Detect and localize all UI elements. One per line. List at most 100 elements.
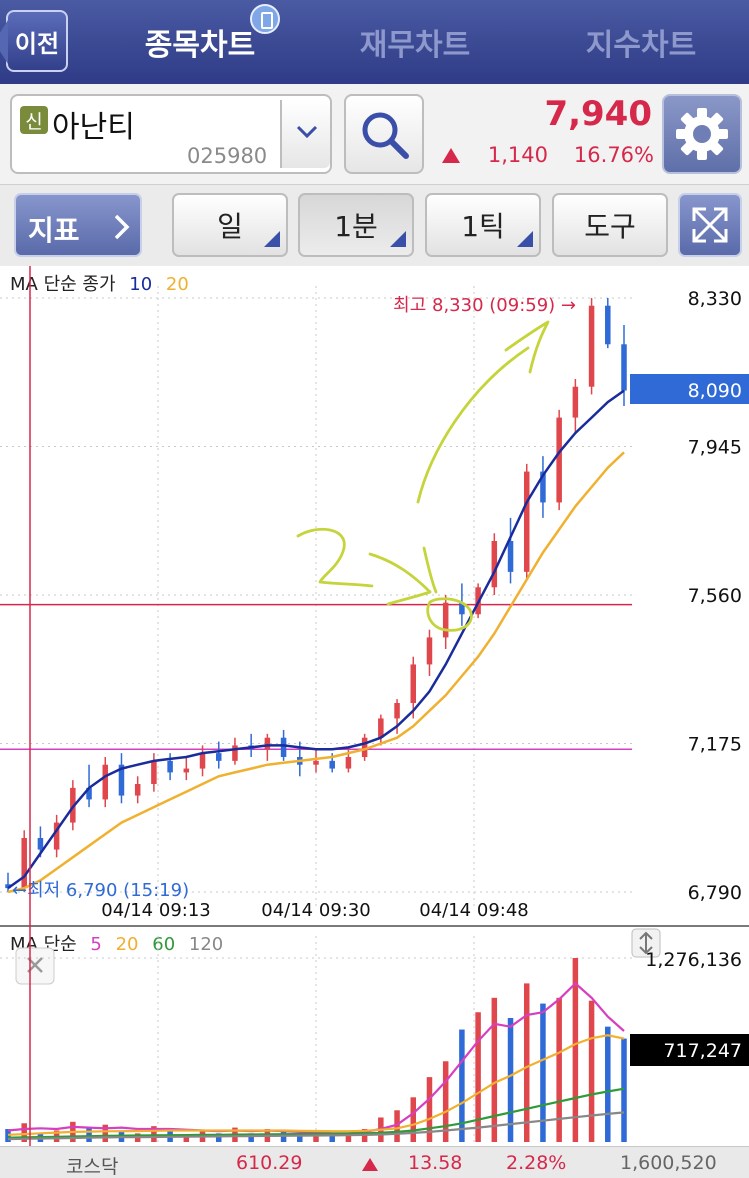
- candle-body: [556, 417, 562, 503]
- volume-bar: [491, 997, 498, 1142]
- chart-area[interactable]: MA 단순 종가 10 20 8,330 7,945 7,560 7,175 6,790…: [0, 266, 749, 1146]
- search-button[interactable]: [344, 94, 424, 174]
- chevron-down-icon: [296, 125, 318, 139]
- dropdown-corner-icon: [517, 231, 533, 247]
- stock-info-row: 신 아난티 025980 7,940 1,140 16.76%: [0, 84, 749, 184]
- price-grid: [0, 286, 632, 906]
- volume-max-label: 1,276,136: [645, 949, 742, 971]
- price-y-tick-label: 8,330: [688, 288, 742, 310]
- chart-toolbar: 지표 일 1분 1틱 도구: [0, 184, 749, 266]
- index-volume: 1,600,520: [620, 1152, 717, 1174]
- tab-index-chart[interactable]: 지수차트: [556, 0, 726, 84]
- hand-drawn-annotation: [296, 320, 550, 632]
- chevron-right-icon: [114, 214, 130, 240]
- price-legend-ma20: 20: [166, 274, 189, 295]
- candle-body: [37, 838, 44, 850]
- candle-body: [410, 664, 417, 703]
- volume-bar: [556, 997, 562, 1142]
- stock-selector[interactable]: 신 아난티 025980: [10, 94, 332, 174]
- candle-body: [215, 753, 222, 761]
- expand-icon: [692, 207, 728, 243]
- candle-body: [134, 784, 141, 796]
- volume-bar: [459, 1029, 465, 1142]
- candle-body: [426, 637, 433, 665]
- ma-line-10: [7, 389, 625, 890]
- candle-body: [264, 737, 271, 750]
- tick-label: 1틱: [461, 210, 505, 243]
- market-index-bar[interactable]: 코스닥 610.29 13.58 2.28% 1,600,520: [0, 1146, 749, 1178]
- volume-bar: [523, 983, 530, 1142]
- candle-body: [329, 760, 335, 769]
- current-price: 7,940: [544, 94, 652, 134]
- up-arrow-icon: [442, 148, 460, 163]
- volume-bar: [621, 1038, 627, 1142]
- index-value: 610.29: [236, 1152, 303, 1174]
- back-arrow-icon: [0, 20, 8, 64]
- price-x-tick-label: 04/14 09:13: [101, 900, 210, 921]
- tools-button[interactable]: 도구: [552, 193, 668, 257]
- index-name: 코스닥: [66, 1156, 119, 1178]
- settings-button[interactable]: [662, 94, 742, 174]
- indicator-button[interactable]: 지표: [14, 193, 142, 257]
- candle-body: [442, 602, 449, 638]
- tools-label: 도구: [584, 210, 636, 243]
- candle-body: [621, 344, 627, 391]
- volume-legend-ma60: 60: [152, 934, 175, 955]
- candle-body: [394, 703, 400, 719]
- stock-code: 025980: [187, 144, 268, 168]
- volume-bar: [410, 1097, 417, 1142]
- candle-body: [280, 737, 287, 757]
- candle-body: [588, 305, 595, 387]
- candle-body: [102, 764, 109, 800]
- volume-bar: [86, 1127, 92, 1142]
- volume-legend-ma5: 5: [90, 934, 101, 955]
- volume-bar: [475, 1012, 481, 1142]
- price-y-tick-label: 7,175: [688, 734, 742, 756]
- dropdown-corner-icon: [264, 231, 280, 247]
- candle-body: [199, 753, 206, 769]
- candle-body: [183, 768, 190, 773]
- price-change-percent: 16.76%: [573, 143, 654, 167]
- price-y-tick-label: 7,945: [688, 437, 742, 459]
- market-tag: 신: [20, 106, 48, 134]
- volume-bar: [605, 1026, 611, 1142]
- close-panel-button[interactable]: [15, 947, 55, 985]
- price-legend-label: MA 단순 종가: [10, 274, 116, 295]
- tick-button[interactable]: 1틱: [425, 193, 541, 257]
- volume-legend-ma20: 20: [116, 934, 139, 955]
- svg-text:MA 단순 종가 10 20: MA 단순 종가 10 20: [10, 274, 189, 295]
- candle-body: [491, 541, 498, 588]
- volume-bar: [588, 1000, 595, 1142]
- candle-body: [167, 760, 173, 773]
- stock-name: 아난티: [52, 110, 135, 145]
- price-change: 1,140: [487, 143, 548, 167]
- index-up-arrow-icon: [362, 1158, 378, 1171]
- high-price-note: 최고 8,330 (09:59) →: [393, 295, 576, 316]
- gear-icon: [676, 108, 728, 160]
- notification-badge-icon[interactable]: [250, 4, 280, 34]
- price-x-axis: 04/14 09:13 04/14 09:30 04/14 09:48: [101, 900, 528, 921]
- candle-body: [523, 471, 530, 572]
- indicator-label: 지표: [28, 214, 80, 247]
- current-price-tag-text: 8,090: [688, 380, 742, 402]
- price-legend-ma10: 10: [129, 274, 152, 295]
- low-price-note: ←최저 6,790 (15:19): [12, 880, 189, 901]
- period-minute-button[interactable]: 1분: [298, 193, 414, 257]
- price-y-tick-label: 7,560: [688, 585, 742, 607]
- candle-body: [313, 760, 319, 765]
- candle-body: [345, 757, 352, 769]
- volume-moving-averages: [7, 981, 625, 1141]
- chart-canvas[interactable]: MA 단순 종가 10 20 8,330 7,945 7,560 7,175 6,790…: [0, 266, 749, 1146]
- period-minute-label: 1분: [334, 210, 378, 243]
- tab-financial-chart[interactable]: 재무차트: [330, 0, 500, 84]
- candle-body: [605, 305, 611, 345]
- candle-body: [232, 745, 238, 761]
- fullscreen-button[interactable]: [678, 193, 742, 257]
- period-day-button[interactable]: 일: [172, 193, 288, 257]
- price-x-tick-label: 04/14 09:48: [419, 900, 528, 921]
- back-button-label: 이전: [14, 29, 60, 58]
- stock-dropdown-button[interactable]: [280, 100, 330, 168]
- back-button[interactable]: 이전: [0, 10, 68, 72]
- price-y-tick-label: 6,790: [688, 882, 742, 904]
- volume-grid: [0, 936, 632, 1144]
